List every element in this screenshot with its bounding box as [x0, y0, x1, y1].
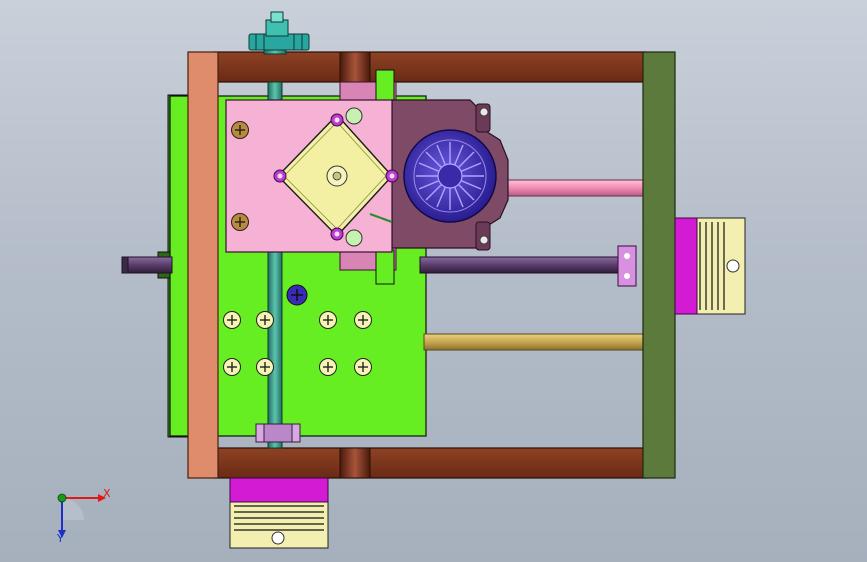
phillips-screw-icon: [318, 310, 338, 330]
frame-bottom-pillar: [339, 447, 371, 479]
assembly-drawing[interactable]: [0, 0, 867, 562]
phillips-screw-icon: [353, 310, 373, 330]
fan-icon[interactable]: [403, 129, 497, 223]
frame-top-bar[interactable]: [213, 51, 647, 83]
phillips-screw-icon: [222, 357, 242, 377]
phillips-screw-icon: [222, 310, 242, 330]
left-shaft-end: [121, 256, 129, 274]
triad-x-label: X: [103, 487, 111, 500]
left-shaft[interactable]: [121, 256, 173, 274]
bearing: [345, 229, 363, 247]
phillips-screw-icon: [230, 120, 250, 140]
phillips-screw-icon: [230, 212, 250, 232]
carriage-tab-bottom: [375, 249, 395, 285]
phillips-screw-icon: [353, 357, 373, 377]
cad-viewport[interactable]: X Y: [0, 0, 867, 562]
frame-top-pillar: [339, 51, 371, 83]
carriage-tab-top: [375, 69, 395, 101]
phillips-screw-icon: [286, 284, 308, 306]
phillips-screw-icon: [255, 357, 275, 377]
frame-right-post[interactable]: [642, 51, 676, 479]
frame-left-post[interactable]: [187, 51, 219, 479]
orientation-triad[interactable]: [57, 493, 106, 538]
phillips-screw-icon: [255, 310, 275, 330]
bottom-connector[interactable]: [229, 477, 329, 549]
phillips-screw-icon: [318, 357, 338, 377]
bearing: [345, 107, 363, 125]
guide-rod-purple[interactable]: [419, 256, 626, 274]
guide-rod-pink[interactable]: [499, 179, 646, 197]
gear-icon[interactable]: [248, 11, 310, 51]
triad-y-label: Y: [57, 532, 64, 545]
guide-rod-gold[interactable]: [423, 333, 647, 351]
lead-screw-collar: [255, 423, 301, 443]
right-connector[interactable]: [617, 217, 746, 315]
frame-bottom-bar[interactable]: [213, 447, 647, 479]
